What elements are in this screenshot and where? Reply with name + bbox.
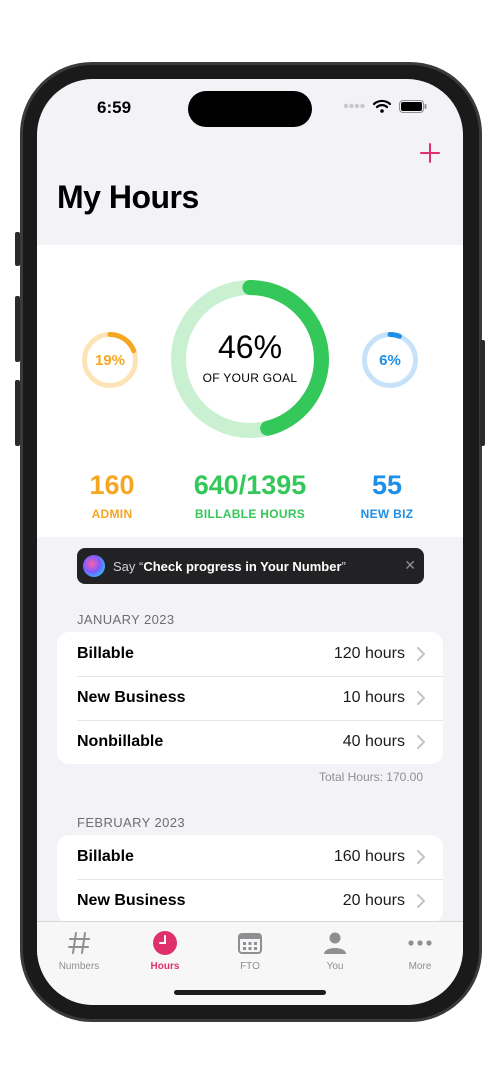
plus-icon bbox=[420, 143, 440, 163]
tab-label: FTO bbox=[240, 961, 260, 972]
goal-caption: OF YOUR GOAL bbox=[202, 371, 298, 385]
tab-you[interactable]: You bbox=[300, 928, 370, 972]
row-value: 120 hours bbox=[333, 645, 405, 662]
list-item[interactable]: Nonbillable 40 hours bbox=[57, 720, 443, 764]
billable-stat: 640/1395 BILLABLE HOURS bbox=[170, 470, 330, 521]
action-button bbox=[15, 232, 20, 266]
app-screen: 6:59 My Hours 19% 46% OF YOUR GOAL 6% 16… bbox=[37, 79, 463, 1005]
status-time: 6:59 bbox=[97, 98, 132, 117]
tab-numbers[interactable]: Numbers bbox=[44, 928, 114, 972]
tab-label: More bbox=[408, 961, 432, 972]
admin-ring-percent: 19% bbox=[94, 352, 126, 369]
cellular-signal-icon bbox=[343, 103, 365, 109]
ellipsis-icon bbox=[408, 940, 432, 946]
chevron-right-icon bbox=[417, 647, 425, 661]
admin-ring[interactable]: 19% bbox=[81, 331, 139, 389]
battery-icon bbox=[399, 99, 427, 113]
power-button bbox=[480, 340, 485, 446]
page-title: My Hours bbox=[57, 179, 199, 215]
siri-tip-banner[interactable]: Say “Check progress in Your Number” ✕ bbox=[77, 548, 424, 584]
hash-icon bbox=[68, 932, 90, 954]
new-biz-ring-percent: 6% bbox=[379, 352, 401, 369]
tab-more[interactable]: More bbox=[385, 928, 455, 972]
row-label: New Business bbox=[77, 689, 186, 706]
close-icon[interactable]: ✕ bbox=[404, 557, 416, 574]
tab-label: Hours bbox=[150, 961, 180, 972]
row-label: Billable bbox=[77, 645, 134, 662]
month-header: JANUARY 2023 bbox=[77, 612, 175, 627]
tab-hours[interactable]: Hours bbox=[130, 928, 200, 972]
siri-tip-phrase: Check progress in Your Number bbox=[143, 558, 342, 574]
siri-tip-prefix: Say “ bbox=[113, 558, 144, 574]
row-label: Billable bbox=[77, 848, 134, 865]
siri-tip-suffix: ” bbox=[341, 558, 346, 574]
month-header: FEBRUARY 2023 bbox=[77, 815, 186, 830]
home-indicator bbox=[174, 990, 326, 995]
month-total: Total Hours: 170.00 bbox=[318, 770, 423, 784]
volume-down-button bbox=[15, 380, 20, 446]
chevron-right-icon bbox=[417, 850, 425, 864]
admin-label: ADMIN bbox=[91, 507, 133, 521]
new-biz-label: NEW BIZ bbox=[360, 507, 414, 521]
goal-percent: 46% bbox=[217, 329, 283, 365]
tab-label: Numbers bbox=[58, 961, 100, 972]
list-item[interactable]: New Business 20 hours bbox=[57, 879, 443, 923]
siri-icon bbox=[83, 555, 105, 577]
admin-stat: 160 ADMIN bbox=[67, 470, 157, 521]
chevron-right-icon bbox=[417, 894, 425, 908]
admin-value: 160 bbox=[89, 470, 135, 500]
row-label: Nonbillable bbox=[77, 733, 164, 750]
row-value: 20 hours bbox=[342, 892, 405, 909]
billable-value: 640/1395 bbox=[193, 470, 307, 500]
billable-label: BILLABLE HOURS bbox=[194, 507, 306, 521]
new-biz-value: 55 bbox=[371, 470, 403, 500]
clock-icon bbox=[153, 931, 177, 955]
list-item[interactable]: Billable 160 hours bbox=[57, 835, 443, 879]
row-value: 160 hours bbox=[333, 848, 405, 865]
row-label: New Business bbox=[77, 892, 186, 909]
new-biz-stat: 55 NEW BIZ bbox=[342, 470, 432, 521]
volume-up-button bbox=[15, 296, 20, 362]
row-value: 10 hours bbox=[342, 689, 405, 706]
summary-panel: 19% 46% OF YOUR GOAL 6% 160 ADMIN 640/13… bbox=[37, 245, 463, 537]
list-item[interactable]: New Business 10 hours bbox=[57, 676, 443, 720]
row-value: 40 hours bbox=[342, 733, 405, 750]
goal-ring[interactable]: 46% OF YOUR GOAL bbox=[170, 279, 330, 439]
dynamic-island bbox=[188, 91, 312, 127]
person-icon bbox=[324, 932, 346, 954]
chevron-right-icon bbox=[417, 691, 425, 705]
new-biz-ring[interactable]: 6% bbox=[361, 331, 419, 389]
wifi-icon bbox=[373, 99, 391, 113]
tab-fto[interactable]: FTO bbox=[215, 928, 285, 972]
calendar-icon bbox=[238, 933, 262, 954]
add-entry-button[interactable] bbox=[417, 141, 443, 167]
chevron-right-icon bbox=[417, 735, 425, 749]
list-item[interactable]: Billable 120 hours bbox=[57, 632, 443, 676]
status-icons bbox=[343, 99, 427, 113]
tab-label: You bbox=[326, 961, 344, 972]
month-group: Billable 120 hours New Business 10 hours… bbox=[57, 632, 443, 764]
month-group: Billable 160 hours New Business 20 hours bbox=[57, 835, 443, 923]
